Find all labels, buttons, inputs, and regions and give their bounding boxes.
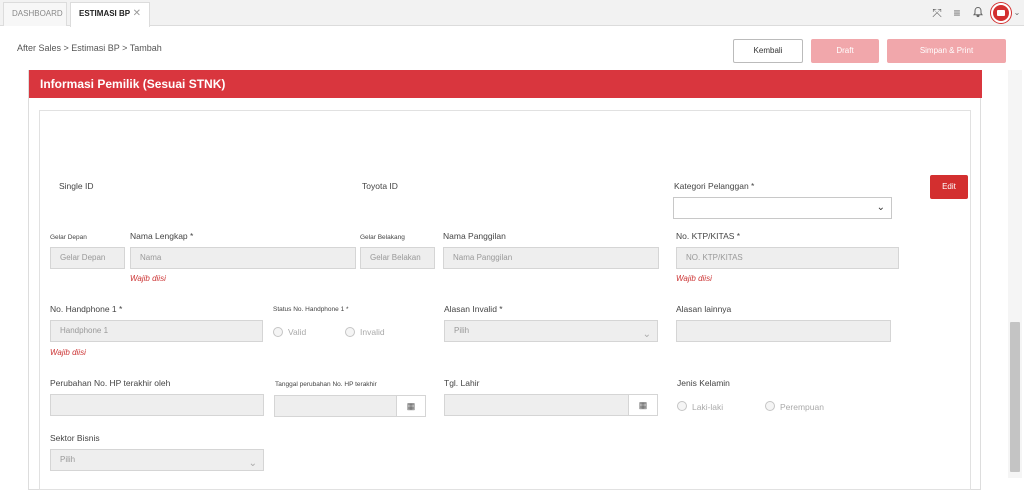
chevron-down-icon: ⌄ xyxy=(248,458,257,469)
ktp-input[interactable]: NO. KTP/KITAS xyxy=(676,247,899,269)
gelar-depan-label: Gelar Depan xyxy=(50,234,87,241)
jenis-kelamin-label: Jenis Kelamin xyxy=(677,378,730,388)
tab-dashboard[interactable]: DASHBOARD xyxy=(3,2,67,26)
scrollbar[interactable] xyxy=(1008,70,1022,478)
bell-icon[interactable] xyxy=(971,6,985,20)
perempuan-radio[interactable] xyxy=(765,401,775,411)
hp-input[interactable]: Handphone 1 xyxy=(50,320,263,342)
hp-error: Wajib diisi xyxy=(50,348,86,357)
tab-label: DASHBOARD xyxy=(12,9,63,18)
perubahan-input[interactable] xyxy=(50,394,264,416)
gelar-depan-input[interactable]: Gelar Depan xyxy=(50,247,125,269)
tgl-lahir-label: Tgl. Lahir xyxy=(444,378,480,388)
valid-radio[interactable] xyxy=(273,327,283,337)
laki-label: Laki-laki xyxy=(692,402,724,412)
chevron-down-icon: ⌄ xyxy=(642,329,651,340)
kembali-button[interactable]: Kembali xyxy=(733,39,803,63)
scrollbar-thumb[interactable] xyxy=(1010,322,1020,472)
ktp-label: No. KTP/KITAS * xyxy=(676,231,741,241)
invalid-radio[interactable] xyxy=(345,327,355,337)
nama-input[interactable]: Nama xyxy=(130,247,356,269)
alasan-lain-input[interactable] xyxy=(676,320,891,342)
gelar-belakang-input[interactable]: Gelar Belakan xyxy=(360,247,435,269)
kategori-select[interactable]: ⌄ xyxy=(673,197,892,219)
alasan-select[interactable]: Pilih ⌄ xyxy=(444,320,658,342)
kategori-label: Kategori Pelanggan * xyxy=(674,181,755,191)
draft-button[interactable]: Draft xyxy=(811,39,879,63)
single-id-label: Single ID xyxy=(59,181,94,191)
panggilan-input[interactable]: Nama Panggilan xyxy=(443,247,659,269)
sektor-label: Sektor Bisnis xyxy=(50,433,100,443)
gelar-belakang-label: Gelar Belakang xyxy=(360,234,405,241)
nama-error: Wajib diisi xyxy=(130,274,166,283)
alasan-label: Alasan Invalid * xyxy=(444,304,503,314)
invalid-label: Invalid xyxy=(360,327,385,337)
simpan-print-button[interactable]: Simpan & Print xyxy=(887,39,1006,63)
form-body: Edit Single ID Toyota ID Kategori Pelang… xyxy=(39,110,971,490)
alasan-lain-label: Alasan lainnya xyxy=(676,304,732,314)
tab-bar: DASHBOARD ESTIMASI BP ✕ ⤧ ≡ ⌄ xyxy=(0,0,1024,27)
hp-label: No. Handphone 1 * xyxy=(50,304,123,314)
tgl-lahir-input[interactable] xyxy=(444,394,629,416)
nama-label: Nama Lengkap * xyxy=(130,231,194,241)
chevron-down-icon: ⌄ xyxy=(876,202,885,213)
perubahan-label: Perubahan No. HP terakhir oleh xyxy=(50,378,171,388)
status-hp-label: Status No. Handphone 1 * xyxy=(273,306,349,313)
ktp-error: Wajib diisi xyxy=(676,274,712,283)
avatar[interactable] xyxy=(991,3,1011,23)
owner-info-panel: Informasi Pemilik (Sesuai STNK) Edit Sin… xyxy=(28,70,982,490)
section-title: Informasi Pemilik (Sesuai STNK) xyxy=(29,70,982,98)
expand-icon[interactable]: ⤧ xyxy=(930,6,944,20)
perempuan-label: Perempuan xyxy=(780,402,824,412)
laki-radio[interactable] xyxy=(677,401,687,411)
chevron-down-icon[interactable]: ⌄ xyxy=(1011,6,1023,20)
tgl-perubahan-input[interactable] xyxy=(274,395,397,417)
tab-estimasi-bp[interactable]: ESTIMASI BP ✕ xyxy=(70,2,150,27)
tgl-perubahan-label: Tanggal perubahan No. HP terakhir xyxy=(275,381,377,388)
sektor-value: Pilih xyxy=(60,455,76,464)
close-icon[interactable]: ✕ xyxy=(133,3,141,25)
alasan-value: Pilih xyxy=(454,326,470,335)
menu-icon[interactable]: ≡ xyxy=(950,6,964,20)
tab-label: ESTIMASI BP xyxy=(79,9,131,18)
calendar-icon[interactable]: ▦ xyxy=(628,394,658,416)
calendar-icon[interactable]: ▦ xyxy=(396,395,426,417)
sektor-select[interactable]: Pilih ⌄ xyxy=(50,449,264,471)
valid-label: Valid xyxy=(288,327,307,337)
panggilan-label: Nama Panggilan xyxy=(443,231,506,241)
breadcrumb: After Sales > Estimasi BP > Tambah xyxy=(17,43,162,53)
edit-button[interactable]: Edit xyxy=(930,175,968,199)
toyota-id-label: Toyota ID xyxy=(362,181,398,191)
